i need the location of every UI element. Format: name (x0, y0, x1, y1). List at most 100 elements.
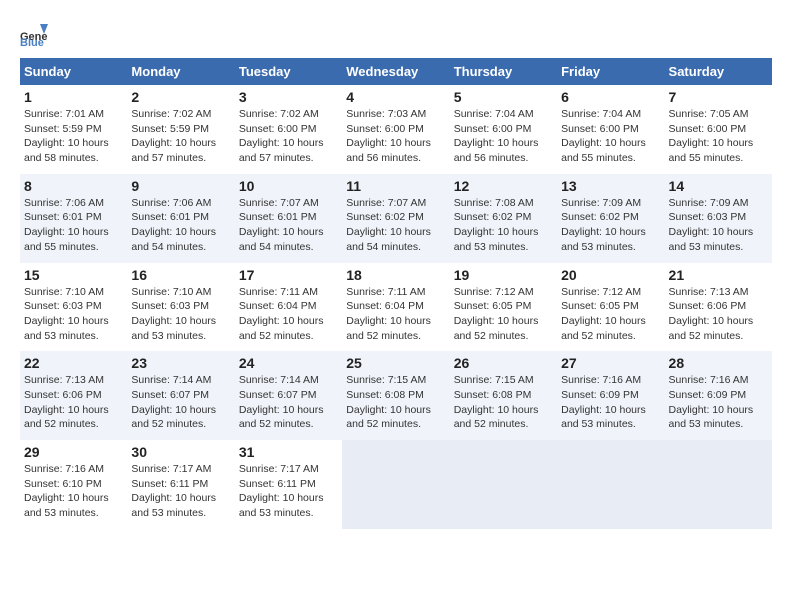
day-detail: Sunrise: 7:11 AMSunset: 6:04 PMDaylight:… (346, 285, 445, 344)
day-number: 24 (239, 355, 338, 371)
calendar-week-1: 8 Sunrise: 7:06 AMSunset: 6:01 PMDaylight… (20, 174, 772, 263)
day-number: 29 (24, 444, 123, 460)
calendar-cell: 18 Sunrise: 7:11 AMSunset: 6:04 PMDayligh… (342, 263, 449, 352)
day-detail: Sunrise: 7:16 AMSunset: 6:09 PMDaylight:… (561, 373, 660, 432)
calendar-table: SundayMondayTuesdayWednesdayThursdayFrid… (20, 58, 772, 529)
day-number: 9 (131, 178, 230, 194)
day-detail: Sunrise: 7:02 AMSunset: 5:59 PMDaylight:… (131, 107, 230, 166)
day-detail: Sunrise: 7:04 AMSunset: 6:00 PMDaylight:… (561, 107, 660, 166)
day-number: 16 (131, 267, 230, 283)
calendar-cell: 9 Sunrise: 7:06 AMSunset: 6:01 PMDaylight… (127, 174, 234, 263)
calendar-cell: 30Sunrise: 7:17 AMSunset: 6:11 PMDayligh… (127, 440, 234, 529)
calendar-cell: 29Sunrise: 7:16 AMSunset: 6:10 PMDayligh… (20, 440, 127, 529)
day-number: 7 (669, 89, 768, 105)
header-friday: Friday (557, 58, 664, 85)
day-detail: Sunrise: 7:06 AMSunset: 6:01 PMDaylight:… (24, 196, 123, 255)
calendar-cell: 22 Sunrise: 7:13 AMSunset: 6:06 PMDayligh… (20, 351, 127, 440)
calendar-cell: 19 Sunrise: 7:12 AMSunset: 6:05 PMDayligh… (450, 263, 557, 352)
day-number: 12 (454, 178, 553, 194)
page-header: General Blue (20, 20, 772, 48)
calendar-cell: 11Sunrise: 7:07 AMSunset: 6:02 PMDayligh… (342, 174, 449, 263)
calendar-cell: 6Sunrise: 7:04 AMSunset: 6:00 PMDaylight… (557, 85, 664, 174)
calendar-cell: 31 Sunrise: 7:17 AMSunset: 6:11 PMDayligh… (235, 440, 342, 529)
svg-text:Blue: Blue (20, 37, 44, 48)
day-detail: Sunrise: 7:09 AMSunset: 6:03 PMDaylight:… (669, 196, 768, 255)
day-detail: Sunrise: 7:15 AMSunset: 6:08 PMDaylight:… (454, 373, 553, 432)
logo-icon: General Blue (20, 20, 48, 48)
calendar-cell: 3 Sunrise: 7:02 AMSunset: 6:00 PMDaylight… (235, 85, 342, 174)
day-number: 5 (454, 89, 553, 105)
calendar-cell: 4Sunrise: 7:03 AMSunset: 6:00 PMDaylight… (342, 85, 449, 174)
day-detail: Sunrise: 7:08 AMSunset: 6:02 PMDaylight:… (454, 196, 553, 255)
day-detail: Sunrise: 7:12 AMSunset: 6:05 PMDaylight:… (454, 285, 553, 344)
calendar-cell: 26 Sunrise: 7:15 AMSunset: 6:08 PMDayligh… (450, 351, 557, 440)
day-detail: Sunrise: 7:16 AMSunset: 6:09 PMDaylight:… (669, 373, 768, 432)
day-detail: Sunrise: 7:15 AMSunset: 6:08 PMDaylight:… (346, 373, 445, 432)
day-detail: Sunrise: 7:12 AMSunset: 6:05 PMDaylight:… (561, 285, 660, 344)
day-detail: Sunrise: 7:01 AMSunset: 5:59 PMDaylight:… (24, 107, 123, 166)
day-number: 25 (346, 355, 445, 371)
header-wednesday: Wednesday (342, 58, 449, 85)
calendar-cell (342, 440, 449, 529)
calendar-cell: 23Sunrise: 7:14 AMSunset: 6:07 PMDayligh… (127, 351, 234, 440)
header-thursday: Thursday (450, 58, 557, 85)
day-number: 14 (669, 178, 768, 194)
day-number: 2 (131, 89, 230, 105)
calendar-cell (557, 440, 664, 529)
day-number: 27 (561, 355, 660, 371)
header-saturday: Saturday (665, 58, 772, 85)
day-detail: Sunrise: 7:05 AMSunset: 6:00 PMDaylight:… (669, 107, 768, 166)
day-detail: Sunrise: 7:11 AMSunset: 6:04 PMDaylight:… (239, 285, 338, 344)
calendar-cell: 2 Sunrise: 7:02 AMSunset: 5:59 PMDaylight… (127, 85, 234, 174)
day-number: 15 (24, 267, 123, 283)
calendar-cell: 5 Sunrise: 7:04 AMSunset: 6:00 PMDaylight… (450, 85, 557, 174)
day-number: 22 (24, 355, 123, 371)
day-detail: Sunrise: 7:02 AMSunset: 6:00 PMDaylight:… (239, 107, 338, 166)
day-number: 28 (669, 355, 768, 371)
header-row: SundayMondayTuesdayWednesdayThursdayFrid… (20, 58, 772, 85)
calendar-cell: 16Sunrise: 7:10 AMSunset: 6:03 PMDayligh… (127, 263, 234, 352)
calendar-cell: 24 Sunrise: 7:14 AMSunset: 6:07 PMDayligh… (235, 351, 342, 440)
day-number: 13 (561, 178, 660, 194)
calendar-week-3: 22 Sunrise: 7:13 AMSunset: 6:06 PMDayligh… (20, 351, 772, 440)
calendar-cell: 27 Sunrise: 7:16 AMSunset: 6:09 PMDayligh… (557, 351, 664, 440)
calendar-cell: 21Sunrise: 7:13 AMSunset: 6:06 PMDayligh… (665, 263, 772, 352)
calendar-cell: 20Sunrise: 7:12 AMSunset: 6:05 PMDayligh… (557, 263, 664, 352)
day-detail: Sunrise: 7:14 AMSunset: 6:07 PMDaylight:… (131, 373, 230, 432)
calendar-cell: 25 Sunrise: 7:15 AMSunset: 6:08 PMDayligh… (342, 351, 449, 440)
day-number: 31 (239, 444, 338, 460)
header-sunday: Sunday (20, 58, 127, 85)
day-number: 17 (239, 267, 338, 283)
calendar-cell: 7 Sunrise: 7:05 AMSunset: 6:00 PMDaylight… (665, 85, 772, 174)
calendar-cell: 14 Sunrise: 7:09 AMSunset: 6:03 PMDayligh… (665, 174, 772, 263)
day-detail: Sunrise: 7:10 AMSunset: 6:03 PMDaylight:… (24, 285, 123, 344)
day-detail: Sunrise: 7:14 AMSunset: 6:07 PMDaylight:… (239, 373, 338, 432)
header-tuesday: Tuesday (235, 58, 342, 85)
calendar-cell: 10 Sunrise: 7:07 AMSunset: 6:01 PMDayligh… (235, 174, 342, 263)
calendar-cell (450, 440, 557, 529)
calendar-cell: 28 Sunrise: 7:16 AMSunset: 6:09 PMDayligh… (665, 351, 772, 440)
calendar-week-2: 15 Sunrise: 7:10 AMSunset: 6:03 PMDayligh… (20, 263, 772, 352)
day-number: 11 (346, 178, 445, 194)
day-number: 30 (131, 444, 230, 460)
day-number: 19 (454, 267, 553, 283)
day-detail: Sunrise: 7:06 AMSunset: 6:01 PMDaylight:… (131, 196, 230, 255)
day-number: 18 (346, 267, 445, 283)
day-number: 10 (239, 178, 338, 194)
day-number: 8 (24, 178, 123, 194)
day-number: 21 (669, 267, 768, 283)
day-number: 4 (346, 89, 445, 105)
day-detail: Sunrise: 7:09 AMSunset: 6:02 PMDaylight:… (561, 196, 660, 255)
day-detail: Sunrise: 7:04 AMSunset: 6:00 PMDaylight:… (454, 107, 553, 166)
day-detail: Sunrise: 7:17 AMSunset: 6:11 PMDaylight:… (239, 462, 338, 521)
day-detail: Sunrise: 7:07 AMSunset: 6:01 PMDaylight:… (239, 196, 338, 255)
calendar-cell: 12 Sunrise: 7:08 AMSunset: 6:02 PMDayligh… (450, 174, 557, 263)
day-number: 3 (239, 89, 338, 105)
day-number: 26 (454, 355, 553, 371)
day-detail: Sunrise: 7:13 AMSunset: 6:06 PMDaylight:… (24, 373, 123, 432)
header-monday: Monday (127, 58, 234, 85)
logo: General Blue (20, 20, 48, 48)
calendar-week-0: 1 Sunrise: 7:01 AMSunset: 5:59 PMDaylight… (20, 85, 772, 174)
day-number: 1 (24, 89, 123, 105)
calendar-cell: 15 Sunrise: 7:10 AMSunset: 6:03 PMDayligh… (20, 263, 127, 352)
